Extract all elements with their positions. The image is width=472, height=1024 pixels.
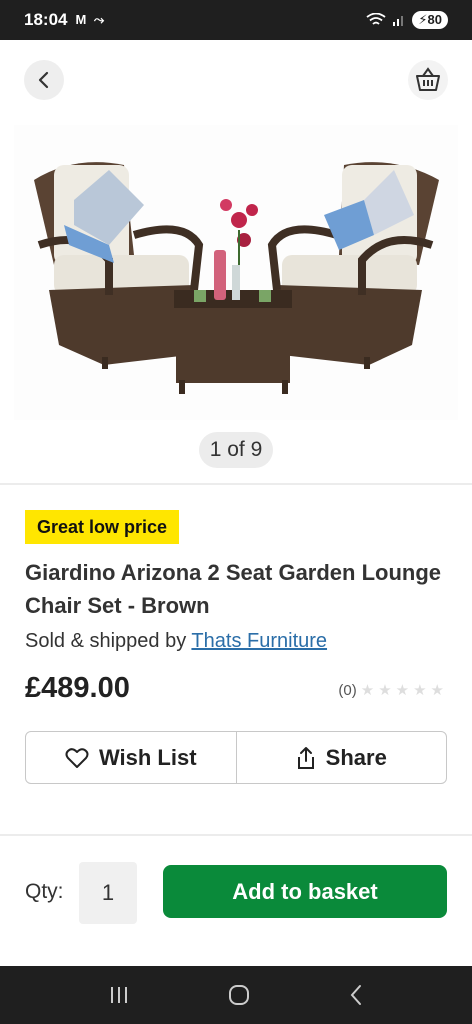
recents-icon[interactable]	[108, 985, 130, 1005]
divider	[0, 834, 472, 836]
product-title: Giardino Arizona 2 Seat Garden Lounge Ch…	[25, 560, 442, 618]
right-chair	[267, 162, 439, 369]
image-counter: 1 of 9	[199, 432, 273, 468]
left-chair	[34, 162, 204, 369]
seller-line: Sold & shipped by Thats Furniture	[25, 630, 327, 653]
star-icon: ★	[360, 682, 375, 699]
rating-count: (0)	[338, 681, 357, 699]
add-to-basket-button[interactable]: Add to basket	[163, 865, 447, 918]
qty-label: Qty:	[25, 880, 64, 903]
product-photo	[34, 162, 439, 394]
star-icon: ★	[395, 682, 410, 699]
price-badge: Great low price	[25, 510, 180, 544]
share-label: Share	[325, 744, 387, 770]
seller-link[interactable]: Thats Furniture	[191, 630, 327, 652]
rating[interactable]: (0) ★ ★ ★ ★ ★	[338, 681, 444, 700]
product-price: £489.00	[25, 672, 130, 704]
product-image[interactable]	[14, 125, 458, 420]
wifi-icon	[366, 13, 386, 25]
sold-by-label: Sold & shipped by	[25, 630, 192, 652]
qty-selector[interactable]: 1	[79, 862, 137, 924]
wishlist-button[interactable]: Wish List	[26, 732, 236, 783]
action-row: Wish List Share	[25, 731, 447, 784]
system-back-icon[interactable]	[348, 984, 364, 1006]
status-right: ⚡80	[366, 11, 448, 29]
basket-button[interactable]	[408, 60, 448, 100]
home-icon[interactable]	[227, 983, 251, 1007]
divider	[0, 483, 472, 485]
status-bar: 18:04 M ⤳ ⚡80	[0, 0, 472, 40]
back-chevron-icon	[38, 71, 49, 89]
basket-icon	[416, 67, 440, 91]
star-icon: ★	[430, 682, 444, 699]
star-icon: ★	[378, 682, 392, 699]
signal-icon	[393, 16, 404, 26]
status-left: 18:04 M ⤳	[24, 10, 106, 30]
wishlist-label: Wish List	[98, 744, 197, 770]
back-button[interactable]	[24, 60, 64, 100]
share-button[interactable]: Share	[235, 732, 447, 783]
top-nav	[0, 40, 472, 120]
star-icon: ★	[413, 682, 427, 699]
status-time: 18:04	[24, 10, 68, 29]
system-nav-bar	[0, 966, 472, 1024]
notification-icons: M ⤳	[75, 12, 107, 27]
heart-icon	[65, 747, 89, 768]
battery-indicator: ⚡80	[412, 11, 448, 29]
battery-level: 80	[427, 12, 442, 27]
side-table	[174, 199, 292, 394]
share-icon	[297, 746, 314, 769]
